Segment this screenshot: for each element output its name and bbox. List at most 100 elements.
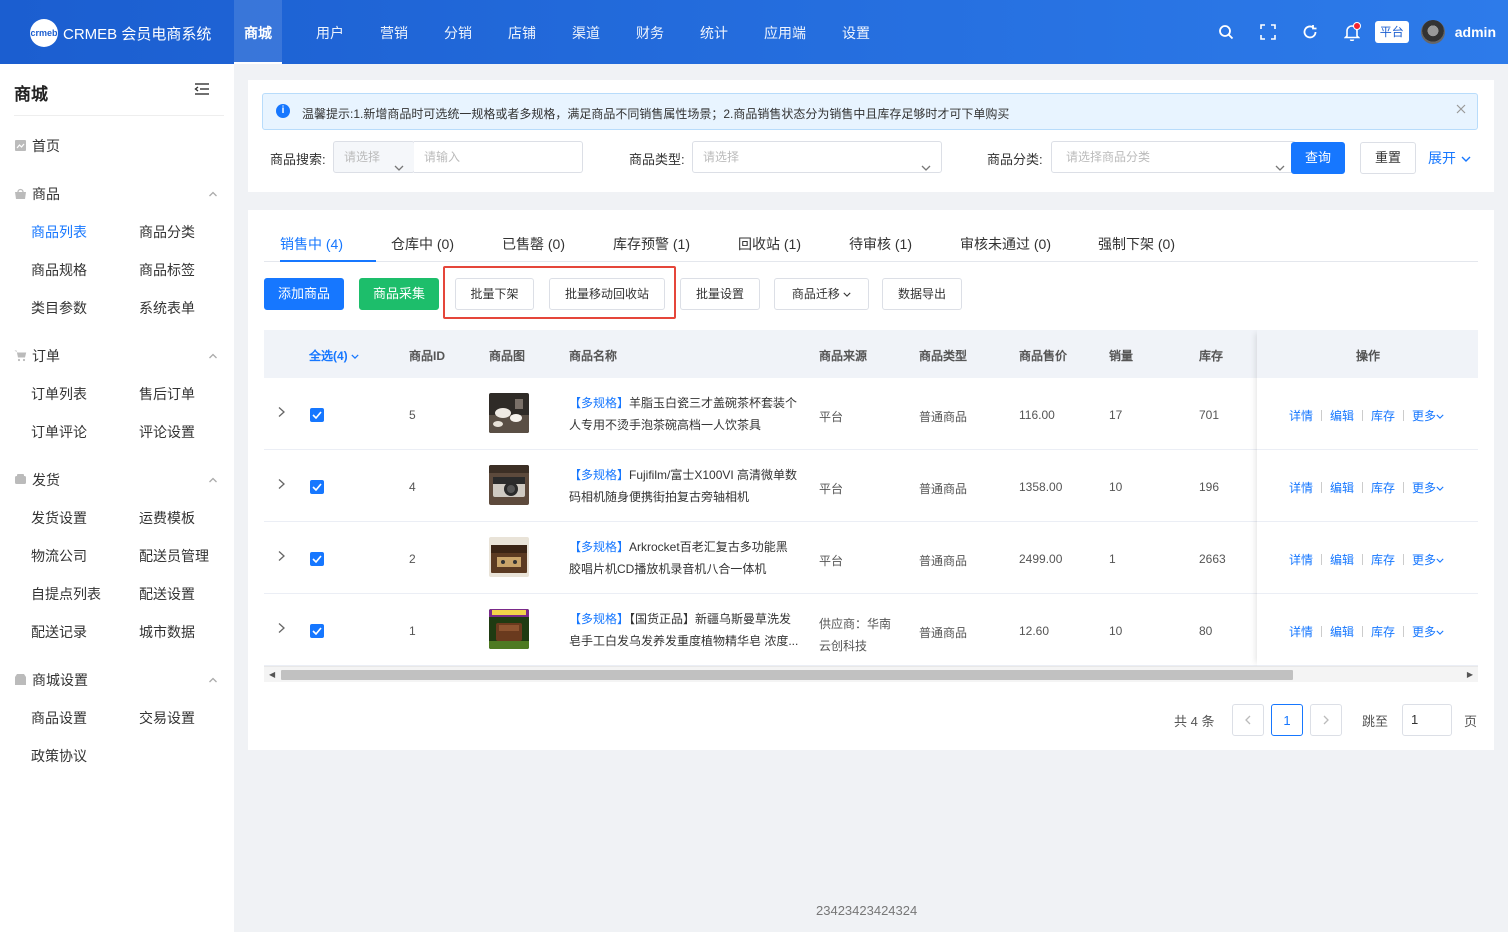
sidebar-group-mall-settings[interactable]: 商城设置 — [14, 670, 218, 690]
sidebar-item-logistics[interactable]: 物流公司 — [31, 546, 87, 566]
avatar[interactable] — [1420, 20, 1445, 44]
tab-review-rejected[interactable]: 审核未通过 (0) — [960, 226, 1051, 262]
nav-item-finance[interactable]: 财务 — [618, 0, 682, 64]
bell-icon[interactable] — [1331, 12, 1373, 52]
next-page-button[interactable] — [1310, 704, 1342, 736]
product-name[interactable]: 【多规格】羊脂玉白瓷三才盖碗茶杯套装个 人专用不烫手泡茶碗高档一人饮茶具 — [569, 392, 801, 436]
type-select[interactable]: 请选择 — [692, 141, 942, 173]
prev-page-button[interactable] — [1232, 704, 1264, 736]
sidebar-item-pickup-points[interactable]: 自提点列表 — [31, 584, 101, 604]
nav-item-marketing[interactable]: 营销 — [362, 0, 426, 64]
chevron-right-icon[interactable] — [276, 478, 286, 493]
product-name[interactable]: 【多规格】Arkrocket百老汇复古多功能黑 胶唱片机CD播放机录音机八合一体… — [569, 536, 801, 580]
export-data-button[interactable]: 数据导出 — [882, 278, 962, 310]
add-goods-button[interactable]: 添加商品 — [264, 278, 344, 310]
product-thumbnail-record-player[interactable] — [489, 537, 529, 577]
row-checkbox[interactable] — [310, 408, 324, 422]
sidebar-item-courier-management[interactable]: 配送员管理 — [139, 546, 209, 566]
scrollbar-thumb[interactable] — [281, 670, 1293, 680]
sidebar-item-goods-category[interactable]: 商品分类 — [139, 222, 195, 242]
active-tab-indicator — [280, 260, 376, 262]
chevron-right-icon[interactable] — [276, 622, 286, 637]
cart-icon — [14, 349, 28, 363]
scroll-right-icon[interactable]: ▶ — [1467, 670, 1473, 679]
product-thumbnail-camera[interactable] — [489, 465, 529, 505]
batch-recycle-button[interactable]: 批量移动回收站 — [549, 278, 665, 310]
sidebar-item-goods-list[interactable]: 商品列表 — [31, 222, 87, 242]
sidebar-item-category-params[interactable]: 类目参数 — [31, 298, 87, 318]
logo[interactable]: crmeb CRMEB 会员电商系统 — [30, 19, 211, 47]
product-thumbnail-soap[interactable] — [489, 609, 529, 649]
sidebar-item-goods-settings[interactable]: 商品设置 — [31, 708, 87, 728]
select-all-dropdown[interactable]: 全选(4) — [309, 347, 359, 364]
nav-item-mall[interactable]: 商城 — [234, 0, 282, 64]
chevron-up-icon — [208, 672, 218, 688]
row-checkbox[interactable] — [310, 552, 324, 566]
chevron-right-icon[interactable] — [276, 406, 286, 421]
sidebar-item-delivery-records[interactable]: 配送记录 — [31, 622, 87, 642]
product-thumbnail-tea[interactable] — [489, 393, 529, 433]
col-type: 商品类型 — [919, 349, 968, 363]
search-field-select[interactable]: 请选择 — [333, 141, 415, 173]
cell-id: 5 — [409, 408, 416, 422]
sidebar-item-trade-settings[interactable]: 交易设置 — [139, 708, 195, 728]
tab-forced-off[interactable]: 强制下架 (0) — [1098, 226, 1175, 262]
chevron-right-icon[interactable] — [276, 550, 286, 565]
query-button[interactable]: 查询 — [1291, 142, 1345, 174]
sidebar-item-shipping-settings[interactable]: 发货设置 — [31, 508, 87, 528]
product-name[interactable]: 【多规格】【国货正品】新疆乌斯曼草洗发 皂手工白发乌发养发重度植物精华皂 浓度.… — [569, 608, 801, 652]
batch-settings-button[interactable]: 批量设置 — [680, 278, 760, 310]
refresh-icon[interactable] — [1289, 12, 1331, 52]
search-input[interactable]: 请输入 — [414, 141, 583, 173]
menu-collapse-icon[interactable] — [194, 82, 210, 99]
sidebar-group-orders[interactable]: 订单 — [14, 346, 218, 366]
nav-item-statistics[interactable]: 统计 — [682, 0, 746, 64]
reset-button[interactable]: 重置 — [1360, 142, 1416, 174]
tab-in-warehouse[interactable]: 仓库中 (0) — [391, 226, 454, 262]
scroll-left-icon[interactable]: ◀ — [269, 670, 275, 679]
tab-pending-review[interactable]: 待审核 (1) — [849, 226, 912, 262]
nav-item-shop[interactable]: 店铺 — [490, 0, 554, 64]
nav-item-users[interactable]: 用户 — [298, 0, 362, 64]
product-name[interactable]: 【多规格】Fujifilm/富士X100VI 高清微单数 码相机随身便携街拍复古… — [569, 464, 801, 508]
nav-item-channel[interactable]: 渠道 — [554, 0, 618, 64]
sidebar-item-policy[interactable]: 政策协议 — [31, 746, 87, 766]
sidebar-item-order-reviews[interactable]: 订单评论 — [31, 422, 87, 442]
horizontal-scrollbar[interactable]: ◀ ▶ — [264, 666, 1478, 682]
tab-stock-alert[interactable]: 库存预警 (1) — [613, 226, 690, 262]
sidebar-item-order-list[interactable]: 订单列表 — [31, 384, 87, 404]
sidebar-item-freight-template[interactable]: 运费模板 — [139, 508, 195, 528]
cell-sales: 10 — [1109, 624, 1123, 638]
fullscreen-icon[interactable] — [1247, 12, 1289, 52]
sidebar-group-goods[interactable]: 商品 — [14, 184, 218, 204]
tab-recycle-bin[interactable]: 回收站 (1) — [738, 226, 801, 262]
sidebar-item-after-sales[interactable]: 售后订单 — [139, 384, 195, 404]
category-select[interactable]: 请选择商品分类 — [1051, 141, 1296, 173]
nav-item-settings[interactable]: 设置 — [824, 0, 888, 64]
expand-link[interactable]: 展开 — [1428, 148, 1471, 168]
sidebar-group-label: 发货 — [32, 472, 60, 488]
sidebar-group-shipping[interactable]: 发货 — [14, 470, 218, 490]
sidebar-item-delivery-settings[interactable]: 配送设置 — [139, 584, 195, 604]
sidebar-item-goods-tag[interactable]: 商品标签 — [139, 260, 195, 280]
admin-name[interactable]: admin — [1455, 24, 1496, 40]
sidebar-item-goods-spec[interactable]: 商品规格 — [31, 260, 87, 280]
sidebar-item-city-data[interactable]: 城市数据 — [139, 622, 195, 642]
sidebar-item-home[interactable]: 首页 — [14, 136, 218, 156]
close-icon[interactable] — [1456, 102, 1466, 117]
nav-item-distribution[interactable]: 分销 — [426, 0, 490, 64]
jump-page-input[interactable]: 1 — [1402, 704, 1452, 736]
tab-sold-out[interactable]: 已售罄 (0) — [502, 226, 565, 262]
collect-goods-button[interactable]: 商品采集 — [359, 278, 439, 310]
batch-off-shelf-button[interactable]: 批量下架 — [455, 278, 534, 310]
home-icon — [14, 139, 28, 153]
row-checkbox[interactable] — [310, 480, 324, 494]
search-icon[interactable] — [1205, 12, 1247, 52]
sidebar-item-system-form[interactable]: 系统表单 — [139, 298, 195, 318]
migrate-goods-button[interactable]: 商品迁移 — [774, 278, 869, 310]
sidebar-item-review-settings[interactable]: 评论设置 — [139, 422, 195, 442]
row-checkbox[interactable] — [310, 624, 324, 638]
page-1-button[interactable]: 1 — [1271, 704, 1303, 736]
tab-on-sale[interactable]: 销售中 (4) — [280, 226, 343, 262]
nav-item-apps[interactable]: 应用端 — [746, 0, 824, 64]
